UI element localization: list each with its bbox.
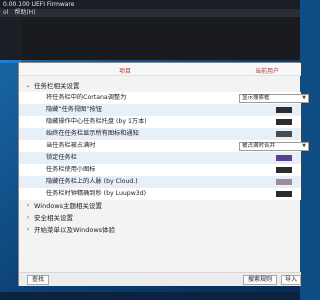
- tree-item[interactable]: 当任务栏被占满时 被占满时合并 ▼: [19, 140, 309, 152]
- group-label: 开始菜单以及Windows体验: [34, 226, 116, 234]
- tree-item[interactable]: 隐藏“任务视图”按钮: [19, 104, 301, 116]
- column-header-value[interactable]: 当前用户: [255, 66, 279, 75]
- item-label: 锁定任务栏: [46, 154, 77, 161]
- window-title: 0.00.100 UEFI Firmware: [0, 0, 300, 9]
- column-header: 项目 当前用户: [19, 63, 301, 76]
- item-label: 当任务栏被占满时: [46, 142, 96, 149]
- item-label: 隐藏操作中心任务栏托盘 (by 1万本): [46, 118, 147, 125]
- expand-arrow-icon[interactable]: ›: [24, 224, 32, 236]
- tree-group-start-menu[interactable]: › 开始菜单以及Windows体验: [19, 224, 301, 236]
- tree-item[interactable]: 隐藏操作中心任务栏托盘 (by 1万本): [19, 116, 301, 128]
- combo-value: 显示搜索框: [242, 95, 270, 101]
- group-label: 任务栏相关设置: [34, 82, 80, 90]
- item-label: 始终在任务栏显示所有图标和通知: [46, 130, 139, 137]
- item-label: 隐藏“任务视图”按钮: [46, 106, 102, 113]
- item-label: 任务栏时钟精确到秒 (by Luupw3d): [46, 190, 147, 197]
- find-button[interactable]: 查找: [27, 275, 49, 285]
- chevron-down-icon[interactable]: ▼: [302, 143, 306, 150]
- taskbar: [0, 292, 300, 300]
- settings-tree: ⌄ 任务栏相关设置 将任务栏中的Cortana调整为 显示搜索框 ▼ 隐藏“任务…: [19, 80, 309, 236]
- chevron-down-icon[interactable]: ▼: [302, 95, 306, 102]
- expand-arrow-icon[interactable]: ›: [24, 200, 32, 212]
- group-label: 安全相关设置: [34, 214, 73, 222]
- value-swatch[interactable]: [276, 179, 292, 185]
- taskbar-combine-combo[interactable]: 被占满时合并 ▼: [239, 142, 309, 151]
- tree-item[interactable]: 将任务栏中的Cortana调整为 显示搜索框 ▼: [19, 92, 309, 104]
- tree-item[interactable]: 始终在任务栏显示所有图标和通知: [19, 128, 301, 140]
- value-swatch[interactable]: [276, 167, 292, 173]
- value-swatch[interactable]: [276, 155, 292, 161]
- tree-item[interactable]: 任务栏使用小图标: [19, 164, 301, 176]
- search-rules-button[interactable]: 搜索规则: [243, 275, 277, 285]
- tree-item[interactable]: 锁定任务栏: [19, 152, 301, 164]
- tree-group-taskbar[interactable]: ⌄ 任务栏相关设置: [19, 80, 301, 92]
- expand-arrow-icon[interactable]: ›: [24, 212, 32, 224]
- dialog-footer: 查找 搜索规则 导入: [19, 272, 301, 286]
- item-label: 任务栏使用小图标: [46, 166, 96, 173]
- background-window-body: [22, 17, 300, 60]
- settings-dialog: 项目 当前用户 ⌄ 任务栏相关设置 将任务栏中的Cortana调整为 显示搜索框…: [18, 62, 309, 286]
- cortana-mode-combo[interactable]: 显示搜索框 ▼: [239, 94, 309, 103]
- value-swatch[interactable]: [276, 191, 292, 197]
- menu-bar: ol 帮助(H): [0, 9, 300, 17]
- tree-group-security[interactable]: › 安全相关设置: [19, 212, 301, 224]
- tree-group-windows-theme[interactable]: › Windows主题相关设置: [19, 200, 301, 212]
- column-header-item[interactable]: 项目: [119, 66, 131, 75]
- item-label: 将任务栏中的Cortana调整为: [46, 94, 127, 101]
- combo-value: 被占满时合并: [242, 143, 276, 149]
- value-swatch[interactable]: [276, 107, 292, 113]
- item-label: 隐藏任务栏上的人脉 (by Cloud.): [46, 178, 138, 185]
- collapse-arrow-icon[interactable]: ⌄: [24, 80, 32, 92]
- menu-item-ol[interactable]: ol: [3, 9, 8, 17]
- value-swatch[interactable]: [276, 119, 292, 125]
- import-button[interactable]: 导入: [281, 275, 301, 285]
- tree-item[interactable]: 隐藏任务栏上的人脉 (by Cloud.): [19, 176, 301, 188]
- background-window: 0.00.100 UEFI Firmware ol 帮助(H): [0, 0, 300, 60]
- menu-item-help[interactable]: 帮助(H): [14, 9, 35, 17]
- group-label: Windows主题相关设置: [34, 202, 103, 210]
- tree-item[interactable]: 任务栏时钟精确到秒 (by Luupw3d): [19, 188, 301, 200]
- value-swatch[interactable]: [276, 131, 292, 137]
